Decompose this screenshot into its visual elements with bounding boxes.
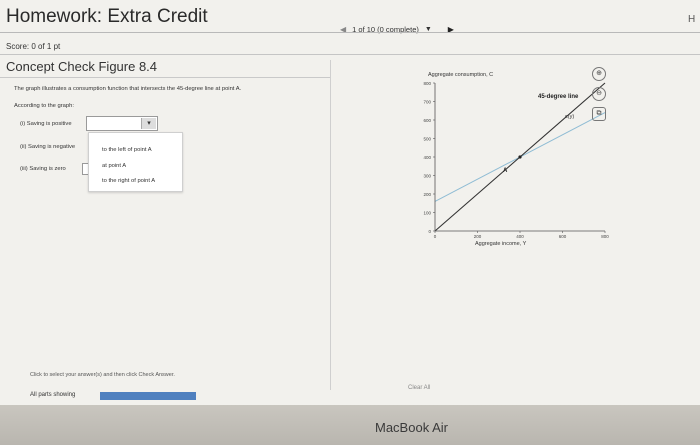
y-tick-label: 400	[423, 155, 431, 160]
x-tick-label: 0	[434, 234, 437, 239]
question-prompt: The graph illustrates a consumption func…	[14, 86, 242, 92]
y-tick-label: 300	[423, 174, 431, 179]
according-text: According to the graph:	[14, 103, 74, 109]
popout-icon[interactable]: ⧉	[592, 107, 606, 121]
tool-icons: ⊕ ⊖ ⧉	[592, 67, 606, 121]
point-a-marker	[518, 155, 522, 159]
zoom-out-icon[interactable]: ⊖	[592, 87, 606, 101]
dropdown-chevron-icon[interactable]: ▾	[141, 118, 156, 129]
right-edge-text: H	[688, 14, 696, 25]
item-2-label: (ii) Saving is negative	[20, 144, 76, 150]
point-a-label: A	[503, 168, 508, 174]
score-text: Score: 0 of 1 pt	[6, 42, 61, 51]
x-tick-label: 200	[474, 234, 482, 239]
series-label-cy: c(y)	[565, 114, 574, 120]
instructions-text: Click to select your answer(s) and then …	[30, 372, 175, 378]
question-title: Concept Check Figure 8.4	[6, 59, 158, 74]
laptop-bezel	[0, 405, 700, 445]
x-tick-label: 800	[601, 234, 609, 239]
item-1-label: (i) Saving is positive	[20, 121, 72, 127]
item-3-label: (iii) Saving is zero	[20, 166, 66, 172]
y-tick-label: 800	[423, 81, 431, 86]
y-tick-label: 600	[423, 118, 431, 123]
x-tick-label: 600	[559, 234, 567, 239]
y-axis-label: Aggregate consumption, C	[428, 72, 493, 78]
homework-title: Homework: Extra Credit	[6, 6, 208, 27]
clear-all-button[interactable]: Clear All	[408, 385, 430, 391]
dropdown-menu: to the left of point A at point A to the…	[88, 132, 183, 192]
y-tick-label: 700	[423, 100, 431, 105]
y-tick-label: 200	[423, 192, 431, 197]
parts-progress-bar	[100, 392, 196, 400]
x-tick-label: 400	[516, 234, 524, 239]
x-axis-label: Aggregate income, Y	[475, 241, 527, 247]
zoom-in-icon[interactable]: ⊕	[592, 67, 606, 81]
series-label-45: 45-degree line	[538, 94, 579, 100]
answer-dropdown-1[interactable]: ▾	[86, 116, 158, 131]
score-divider	[0, 54, 700, 55]
dropdown-option[interactable]: to the right of point A	[102, 178, 155, 184]
dropdown-option[interactable]: to the left of point A	[102, 147, 152, 153]
brand-label: MacBook Air	[375, 420, 448, 435]
all-parts-label: All parts showing	[30, 392, 76, 398]
header-divider	[0, 32, 700, 33]
panel-divider	[330, 60, 331, 390]
question-title-divider	[0, 77, 330, 78]
consumption-chart: 800 600 400 200 0 800 700 600 500 400 300 200 100 0 A…	[423, 72, 609, 247]
y-tick-label: 500	[423, 137, 431, 142]
y-tick-label: 0	[428, 229, 431, 234]
browser-screen: Homework: Extra Credit H ◀ 1 of 10 (0 co…	[0, 0, 700, 410]
dropdown-option[interactable]: at point A	[102, 163, 126, 169]
y-tick-label: 100	[423, 211, 431, 216]
